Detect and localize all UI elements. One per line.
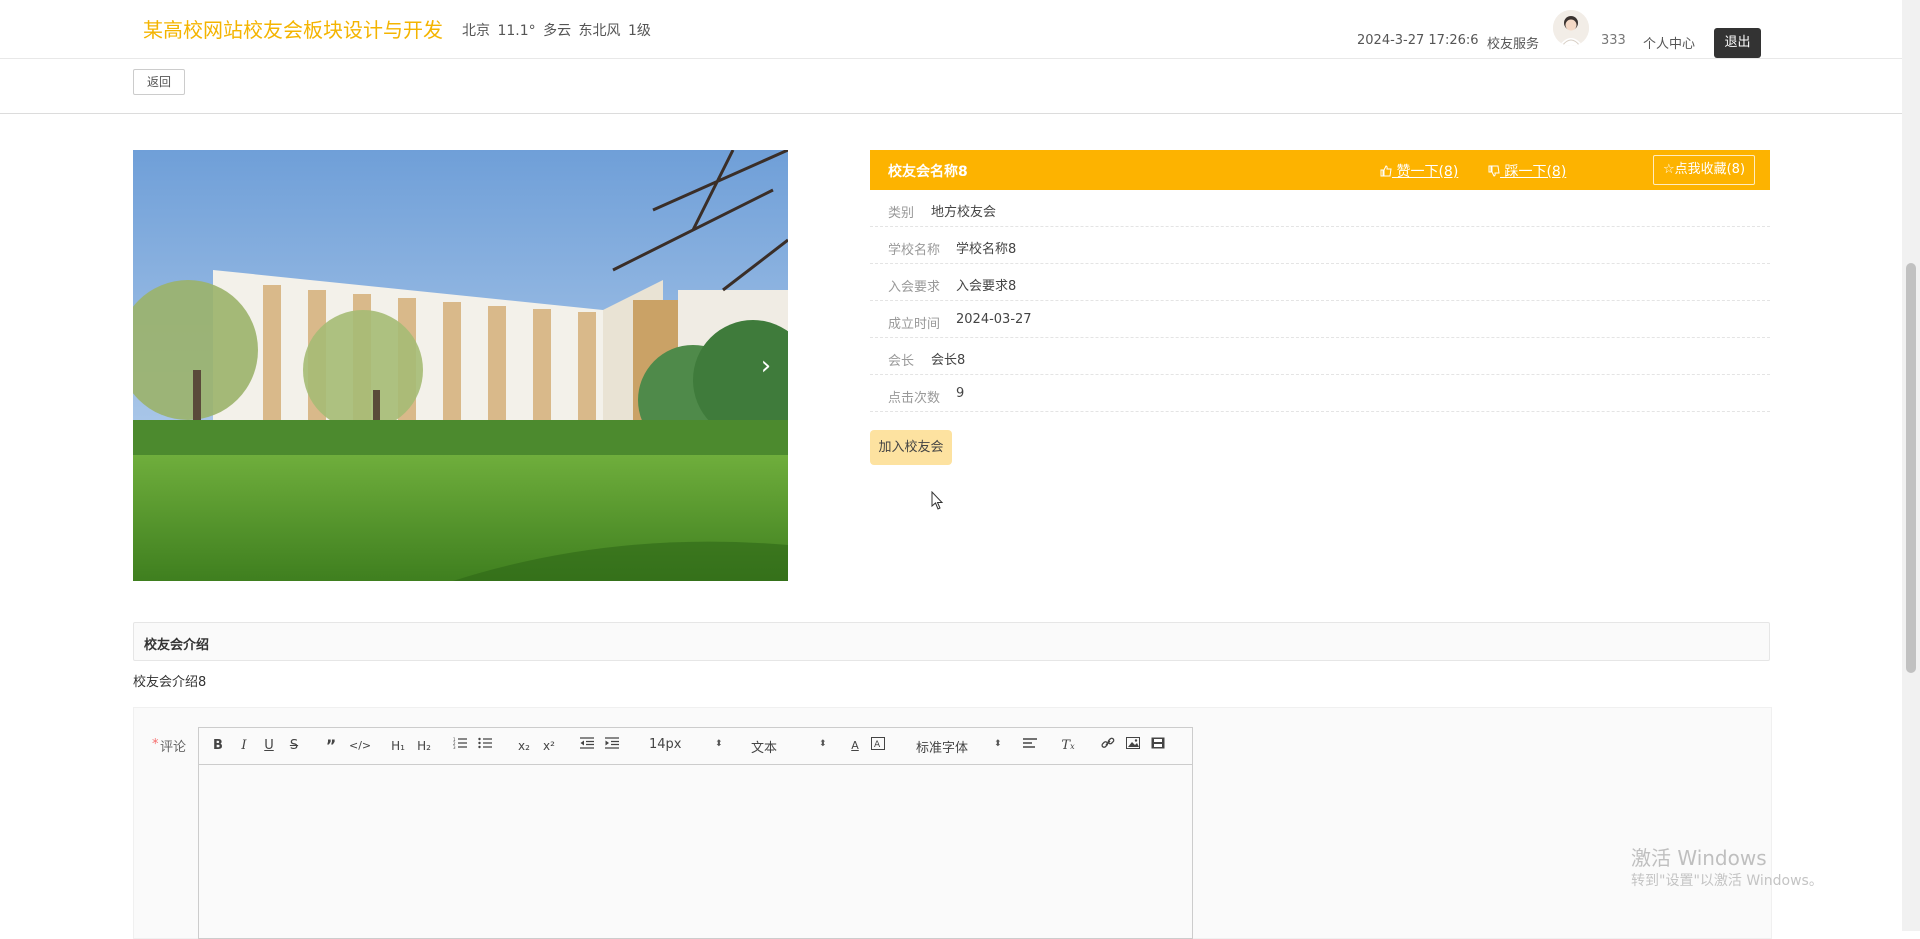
bullet-list-icon[interactable] (478, 737, 492, 755)
indent-icon[interactable] (605, 737, 619, 755)
h1-icon[interactable]: H₁ (389, 737, 407, 755)
site-title[interactable]: 某高校网站校友会板块设计与开发 (143, 14, 443, 43)
field-value: 入会要求8 (956, 279, 1017, 294)
block-format-value: 文本 (751, 741, 778, 756)
field-value: 地方校友会 (931, 205, 997, 220)
back-button[interactable]: 返回 (133, 69, 185, 95)
favorite-label: 点我收藏(8) (1674, 162, 1746, 177)
nav-alumni-service[interactable]: 校友服务 (1487, 33, 1539, 52)
italic-icon[interactable]: I (237, 737, 251, 755)
back-row: 返回 (0, 59, 1902, 114)
field-label: 学校名称 (888, 243, 941, 258)
intro-title: 校友会介绍 (144, 638, 210, 653)
svg-text:3: 3 (453, 745, 456, 749)
field-founded: 成立时间 2024-03-27 (870, 301, 1770, 338)
field-label: 成立时间 (888, 317, 941, 332)
image-icon[interactable] (1126, 737, 1140, 755)
thumbs-down-icon (1488, 164, 1504, 180)
background-color-icon[interactable]: A (871, 737, 885, 755)
updown-arrow-icon: ⬍ (715, 739, 723, 749)
field-value: 2024-03-27 (956, 312, 1032, 327)
favorite-button[interactable]: ☆点我收藏(8) (1653, 155, 1755, 185)
like-label: 赞一下(8) (1396, 164, 1459, 180)
page-scrollbar[interactable] (1902, 0, 1920, 931)
personal-center-link[interactable]: 个人中心 (1643, 33, 1695, 52)
campus-photo (133, 150, 788, 581)
strike-icon[interactable]: S (287, 737, 301, 755)
detail-header: 校友会名称8 赞一下(8) 踩一下(8) ☆点我收藏(8) (870, 150, 1770, 190)
activation-watermark-subtitle: 转到"设置"以激活 Windows。 (1631, 873, 1823, 889)
chevron-right-icon[interactable]: › (752, 352, 780, 380)
like-button[interactable]: 赞一下(8) (1380, 161, 1458, 181)
field-label: 点击次数 (888, 391, 941, 406)
dislike-button[interactable]: 踩一下(8) (1488, 161, 1566, 181)
weather-info: 北京 11.1° 多云 东北风 1级 (462, 23, 651, 39)
field-category: 类别 地方校友会 (870, 190, 1770, 227)
logout-button[interactable]: 退出 (1714, 28, 1761, 58)
intro-text: 校友会介绍8 (133, 675, 207, 690)
svg-text:A: A (874, 740, 881, 750)
editor-toolbar: B I U S ” </> H₁ H₂ 123 x₂ x² 14px ⬍ 文本 … (199, 728, 1192, 765)
rich-text-editor: B I U S ” </> H₁ H₂ 123 x₂ x² 14px ⬍ 文本 … (198, 727, 1193, 939)
font-size-value: 14px (649, 737, 682, 752)
comment-label: 评论 (160, 740, 187, 755)
field-label: 类别 (888, 206, 915, 221)
video-icon[interactable] (1151, 737, 1165, 755)
font-family-select[interactable]: 标准字体 ⬍ (916, 737, 1002, 756)
field-value: 会长8 (931, 353, 966, 368)
required-mark: * (152, 737, 159, 752)
updown-arrow-icon: ⬍ (819, 739, 827, 749)
field-click-count: 点击次数 9 (870, 375, 1770, 412)
star-icon: ☆ (1662, 162, 1675, 177)
field-school-name: 学校名称 学校名称8 (870, 227, 1770, 264)
field-president: 会长 会长8 (870, 338, 1770, 375)
h2-icon[interactable]: H₂ (415, 737, 433, 755)
join-association-button[interactable]: 加入校友会 (870, 430, 952, 465)
updown-arrow-icon: ⬍ (994, 739, 1002, 749)
image-carousel[interactable] (133, 150, 788, 581)
code-icon[interactable]: </> (349, 737, 371, 755)
text-color-icon[interactable]: A (848, 737, 862, 755)
field-value: 学校名称8 (956, 242, 1017, 257)
underline-icon[interactable]: U (262, 737, 276, 755)
block-format-select[interactable]: 文本 ⬍ (751, 737, 827, 756)
superscript-icon[interactable]: x² (541, 737, 557, 755)
outdent-icon[interactable] (580, 737, 594, 755)
avatar[interactable] (1553, 10, 1589, 46)
field-label: 会长 (888, 354, 915, 369)
align-icon[interactable] (1023, 737, 1037, 755)
field-label: 入会要求 (888, 280, 941, 295)
top-header: 某高校网站校友会板块设计与开发 北京 11.1° 多云 东北风 1级 2024-… (0, 0, 1902, 59)
alumni-association-name: 校友会名称8 (888, 164, 968, 180)
alumni-detail: 校友会名称8 赞一下(8) 踩一下(8) ☆点我收藏(8) 类别 地方校友会 学… (870, 150, 1770, 412)
ordered-list-icon[interactable]: 123 (453, 737, 467, 755)
scrollbar-thumb[interactable] (1906, 263, 1916, 673)
subscript-icon[interactable]: x₂ (516, 737, 532, 755)
current-datetime: 2024-3-27 17:26:6 (1357, 33, 1479, 48)
mouse-cursor-icon (931, 490, 945, 515)
clear-format-icon[interactable]: Tx (1061, 737, 1075, 755)
thumbs-up-icon (1380, 164, 1396, 180)
username[interactable]: 333 (1601, 33, 1626, 48)
intro-section-header: 校友会介绍 (133, 622, 1770, 661)
dislike-label: 踩一下(8) (1504, 164, 1567, 180)
blockquote-icon[interactable]: ” (323, 737, 339, 755)
font-family-value: 标准字体 (916, 741, 969, 756)
bold-icon[interactable]: B (211, 737, 225, 755)
link-icon[interactable] (1101, 737, 1115, 755)
font-size-select[interactable]: 14px ⬍ (649, 737, 723, 752)
editor-content-area[interactable] (199, 765, 1192, 938)
activation-watermark-title: 激活 Windows (1631, 846, 1767, 870)
field-value: 9 (956, 386, 965, 401)
field-requirement: 入会要求 入会要求8 (870, 264, 1770, 301)
